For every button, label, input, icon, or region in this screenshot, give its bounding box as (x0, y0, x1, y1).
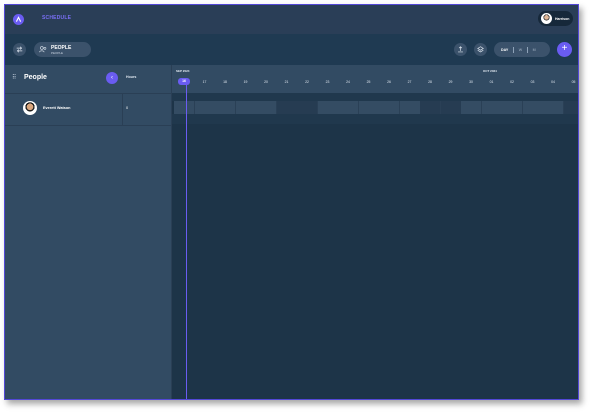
day-label: 05 (571, 80, 576, 84)
day-label: 29 (448, 80, 453, 84)
add-button[interactable]: + (557, 42, 572, 57)
day-label: 24 (346, 80, 350, 84)
app-logo-icon[interactable] (13, 14, 24, 25)
upload-icon (458, 46, 463, 53)
day-cell[interactable] (481, 101, 503, 114)
top-navigation: SCHEDULE Harrison (5, 5, 578, 34)
day-label: 22 (305, 80, 309, 84)
person-name: Everett Watson (43, 106, 71, 110)
toolbar: PEOPLE PEOPLE DAY W M + (5, 34, 578, 65)
divider (122, 94, 123, 125)
day-label: 26 (387, 80, 391, 84)
day-cell[interactable] (358, 101, 380, 114)
day-cell[interactable] (379, 101, 400, 114)
day-label: 17 (202, 80, 207, 84)
people-panel: ⠿ People ‹ Hours Everett Watson 0 (5, 65, 172, 399)
swap-view-button[interactable] (13, 43, 26, 56)
day-label: 16 (178, 78, 190, 85)
day-label: 02 (510, 80, 514, 84)
day-cell[interactable] (563, 101, 578, 114)
today-marker (186, 85, 187, 399)
drag-handle-icon[interactable]: ⠿ (12, 74, 16, 81)
day-cell[interactable] (174, 101, 195, 114)
day-label: 28 (428, 80, 432, 84)
month-label: SEP 2024 (176, 69, 190, 73)
layers-icon (477, 46, 484, 53)
day-cell[interactable] (317, 101, 339, 114)
divider (527, 46, 528, 53)
avatar (23, 101, 37, 115)
people-panel-title: People (24, 74, 47, 81)
day-cell[interactable] (440, 101, 462, 114)
day-label: 04 (551, 80, 555, 84)
day-label: 23 (325, 80, 330, 84)
app-window: SCHEDULE Harrison PEOPLE PEOPLE DAY W M … (4, 4, 579, 400)
people-icon (39, 46, 47, 53)
day-cell[interactable] (502, 101, 523, 114)
day-label: 27 (407, 80, 412, 84)
day-cell[interactable] (297, 101, 318, 114)
hours-column-header: Hours (126, 75, 137, 79)
day-cell[interactable] (399, 101, 421, 114)
row-spacer (172, 93, 578, 101)
people-selector-subtitle: PEOPLE (51, 51, 64, 55)
day-cell[interactable] (522, 101, 544, 114)
day-cell[interactable] (420, 101, 441, 114)
day-cell[interactable] (194, 101, 216, 114)
view-day-option[interactable]: DAY (501, 48, 508, 52)
collapse-panel-button[interactable]: ‹ (106, 72, 118, 84)
day-cell[interactable] (235, 101, 257, 114)
row-spacer (172, 114, 578, 124)
day-cell[interactable] (461, 101, 482, 114)
avatar (541, 13, 552, 24)
timeline-header: SEP 2024 OCT 2024 16 17 18 19 20 21 22 23 24 25 26… (172, 65, 578, 93)
day-label: 03 (530, 80, 535, 84)
export-button[interactable] (454, 43, 467, 56)
day-label: 01 (489, 80, 494, 84)
user-menu[interactable]: Harrison (538, 11, 573, 26)
day-label: 30 (469, 80, 473, 84)
list-item[interactable]: Everett Watson 0 (5, 93, 171, 126)
day-cell[interactable] (338, 101, 359, 114)
view-switcher: DAY W M (494, 42, 550, 57)
month-label: OCT 2024 (483, 69, 497, 73)
layers-button[interactable] (474, 43, 487, 56)
user-name: Harrison (555, 16, 570, 21)
schedule-timeline[interactable]: SEP 2024 OCT 2024 16 17 18 19 20 21 22 23 24 25 26… (172, 65, 578, 399)
people-selector[interactable]: PEOPLE PEOPLE (34, 42, 91, 57)
day-cell[interactable] (543, 101, 564, 114)
swap-icon (16, 46, 23, 53)
day-label: 20 (264, 80, 268, 84)
day-cell[interactable] (256, 101, 277, 114)
day-label: 19 (243, 80, 248, 84)
people-panel-header: ⠿ People ‹ Hours (5, 65, 171, 93)
day-cell[interactable] (276, 101, 298, 114)
nav-schedule-link[interactable]: SCHEDULE (42, 15, 71, 21)
day-label: 18 (223, 80, 227, 84)
view-month-option[interactable]: M (533, 48, 536, 52)
person-hours: 0 (126, 106, 129, 110)
divider (513, 46, 514, 53)
view-week-option[interactable]: W (519, 48, 522, 52)
day-label: 25 (366, 80, 371, 84)
day-cell[interactable] (215, 101, 236, 114)
day-label: 21 (284, 80, 289, 84)
